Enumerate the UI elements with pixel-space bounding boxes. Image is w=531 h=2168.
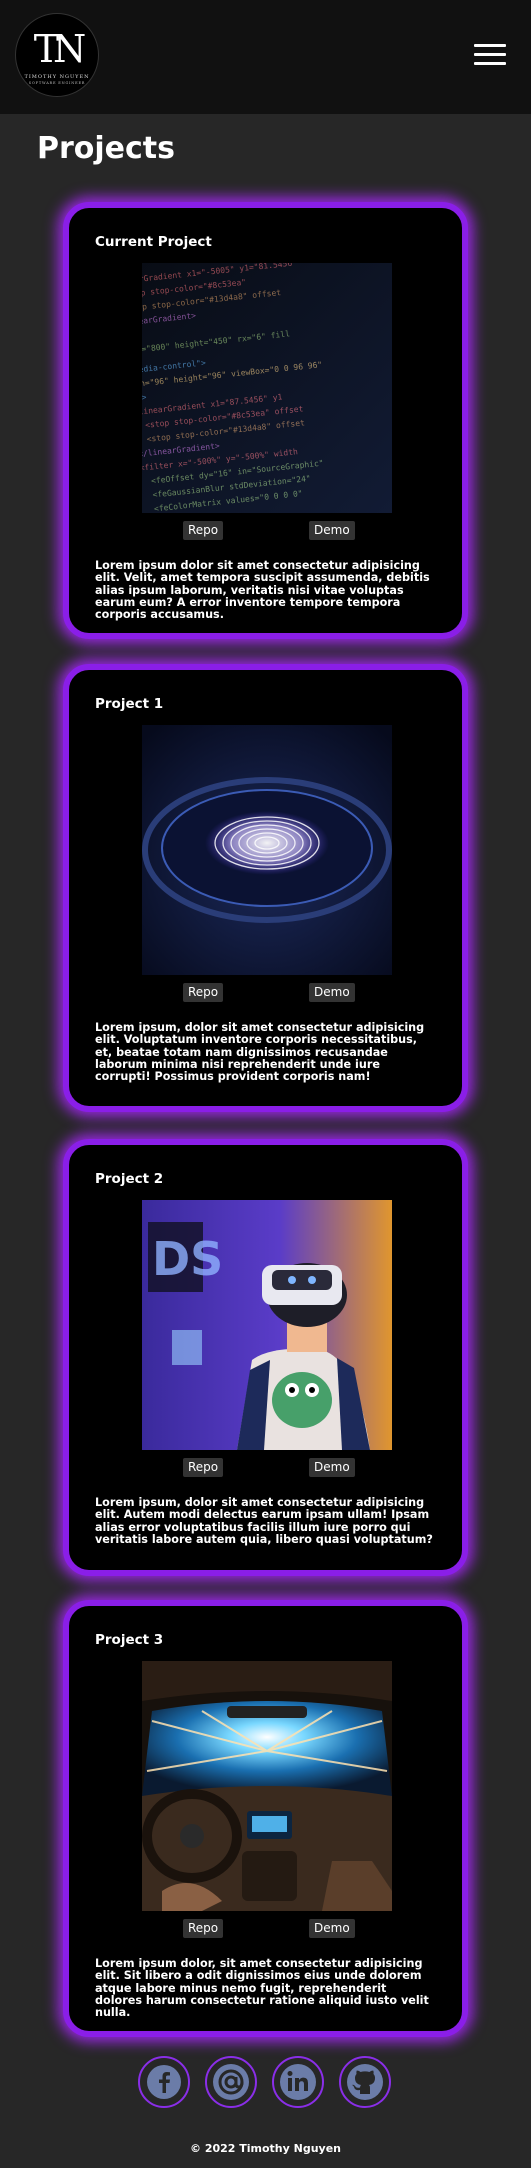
page-title: Projects <box>37 131 176 166</box>
project-card: Project 1 Repo Demo Lorem ipsum, dolor s… <box>63 664 468 1112</box>
project-card: Project 2 DS Repo Demo Lorem ipsum, dolo… <box>63 1139 468 1576</box>
facebook-link[interactable] <box>138 2056 190 2108</box>
email-link[interactable] <box>205 2056 257 2108</box>
repo-button[interactable]: Repo <box>183 1919 224 1938</box>
project-title: Current Project <box>95 234 212 250</box>
footer-copyright: © 2022 Timothy Nguyen <box>189 2142 342 2155</box>
menu-bar <box>474 62 506 65</box>
logo[interactable]: TN TIMOTHY NGUYEN SOFTWARE ENGINEER <box>15 13 99 97</box>
code-screenshot-image: <linearGradient x1="-5005" y1="81.5456" … <box>142 263 392 513</box>
linkedin-icon <box>280 2064 316 2100</box>
github-link[interactable] <box>339 2056 391 2108</box>
logo-name: TIMOTHY NGUYEN <box>24 73 90 80</box>
linkedin-link[interactable] <box>272 2056 324 2108</box>
project-image-vr: DS <box>142 1200 392 1450</box>
demo-button[interactable]: Demo <box>309 983 355 1002</box>
project-card: Project 3 Repo Demo Lorem ipsum dolor, s… <box>63 1600 468 2037</box>
fingerprint-image <box>142 725 392 975</box>
demo-button[interactable]: Demo <box>309 1919 355 1938</box>
menu-bar <box>474 44 506 47</box>
car-interior-image <box>142 1661 392 1911</box>
vr-headset-image: DS <box>142 1200 392 1450</box>
email-at-icon <box>213 2064 249 2100</box>
repo-button[interactable]: Repo <box>183 1458 224 1477</box>
menu-bar <box>474 53 506 56</box>
social-links <box>0 2056 531 2110</box>
project-description: Lorem ipsum, dolor sit amet consectetur … <box>95 1496 433 1546</box>
project-title: Project 3 <box>95 1632 164 1648</box>
logo-mark: TN <box>33 26 87 71</box>
facebook-icon <box>147 2065 181 2099</box>
demo-button[interactable]: Demo <box>309 1458 355 1477</box>
project-description: Lorem ipsum dolor sit amet consectetur a… <box>95 559 430 622</box>
project-title: Project 2 <box>95 1171 164 1187</box>
repo-button[interactable]: Repo <box>183 983 224 1002</box>
repo-button[interactable]: Repo <box>183 521 224 540</box>
project-image-fingerprint <box>142 725 392 975</box>
project-description: Lorem ipsum, dolor sit amet consectetur … <box>95 1021 425 1084</box>
github-icon <box>347 2064 383 2100</box>
site-header: TN TIMOTHY NGUYEN SOFTWARE ENGINEER <box>0 0 531 114</box>
project-image-car <box>142 1661 392 1911</box>
svg-text:DS: DS <box>152 1232 223 1286</box>
project-card: Current Project <linearGradient x1="-500… <box>63 202 468 639</box>
hamburger-menu-icon[interactable] <box>474 42 506 66</box>
demo-button[interactable]: Demo <box>309 521 355 540</box>
project-title: Project 1 <box>95 696 164 712</box>
logo-subtitle: SOFTWARE ENGINEER <box>28 80 86 85</box>
project-description: Lorem ipsum dolor, sit amet consectetur … <box>95 1957 429 2020</box>
project-image-code: <linearGradient x1="-5005" y1="81.5456" … <box>142 263 392 513</box>
